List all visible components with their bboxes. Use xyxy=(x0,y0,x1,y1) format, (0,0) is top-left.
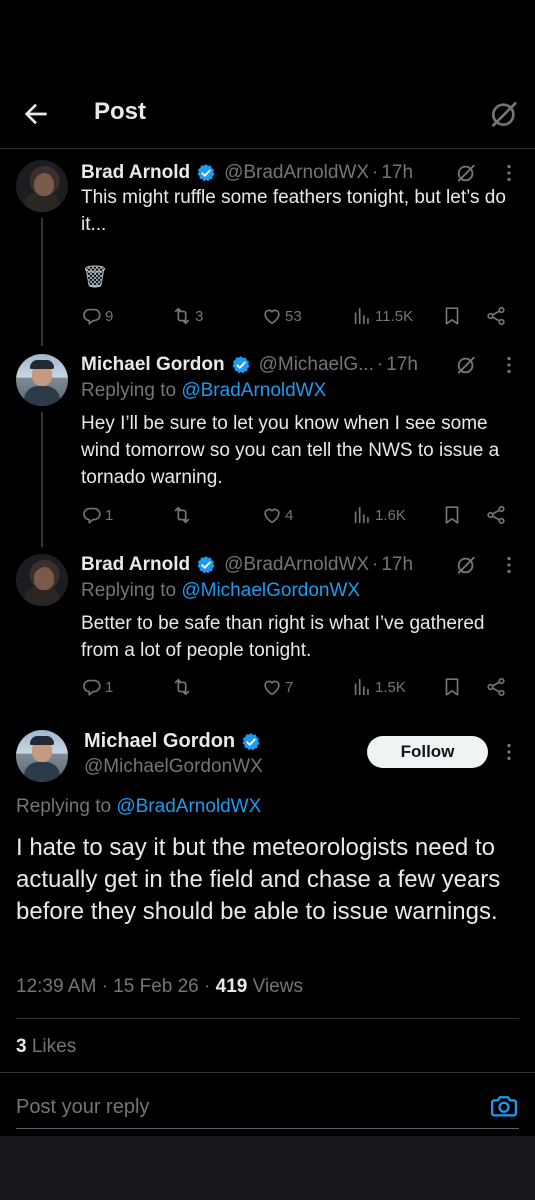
like-count: 4 xyxy=(285,506,294,524)
header-divider xyxy=(0,148,535,149)
replying-to-link[interactable]: @BradArnoldWX xyxy=(116,796,261,817)
page-title: Post xyxy=(94,98,147,125)
thread-tweet[interactable]: Brad Arnold @BradArnoldWX · 17h This mig… xyxy=(0,160,535,340)
reply-count: 1 xyxy=(105,506,114,524)
verified-badge-icon xyxy=(197,556,215,574)
views-button[interactable]: 1.6K xyxy=(351,504,406,526)
replying-to-link[interactable]: @BradArnoldWX xyxy=(181,380,326,401)
tweet-header: Brad Arnold @BradArnoldWX · 17h xyxy=(81,554,414,576)
more-options-icon[interactable] xyxy=(498,741,520,763)
replying-to-link[interactable]: @MichaelGordonWX xyxy=(181,580,360,601)
author-name[interactable]: Brad Arnold xyxy=(81,554,190,576)
divider xyxy=(0,1072,535,1073)
tweet-header: Brad Arnold @BradArnoldWX · 17h xyxy=(81,162,414,184)
avatar[interactable] xyxy=(16,354,68,406)
avatar[interactable] xyxy=(16,160,68,212)
timestamp[interactable]: 17h xyxy=(386,354,418,376)
grok-icon[interactable] xyxy=(455,554,477,576)
more-options-icon[interactable] xyxy=(498,162,520,184)
tweet-text: Hey I’ll be sure to let you know when I … xyxy=(81,413,500,488)
views-count: 11.5K xyxy=(375,307,414,325)
share-icon[interactable] xyxy=(485,676,509,698)
reply-button[interactable]: 1 xyxy=(81,676,113,698)
tweet-actions: 9 3 53 11.5K xyxy=(81,305,521,331)
timestamp[interactable]: 17h xyxy=(381,162,413,184)
grok-icon[interactable] xyxy=(455,162,477,184)
reply-button[interactable]: 9 xyxy=(81,305,113,327)
reply-count: 1 xyxy=(105,678,114,696)
replying-to: Replying to @MichaelGordonWX xyxy=(81,580,361,601)
system-nav-bar xyxy=(0,1136,535,1200)
share-icon[interactable] xyxy=(485,504,509,526)
reply-input[interactable] xyxy=(16,1093,476,1121)
more-options-icon[interactable] xyxy=(498,554,520,576)
reply-button[interactable]: 1 xyxy=(81,504,113,526)
back-arrow-icon[interactable] xyxy=(20,98,52,130)
like-count: 53 xyxy=(285,307,302,325)
repost-button[interactable] xyxy=(171,504,195,526)
main-author-name[interactable]: Michael Gordon xyxy=(84,730,261,753)
verified-badge-icon xyxy=(197,164,215,182)
tweet-text: This might ruffle some feathers tonight,… xyxy=(81,187,506,235)
grok-icon[interactable] xyxy=(455,354,477,376)
avatar[interactable] xyxy=(16,730,68,782)
post-meta: 12:39 AM · 15 Feb 26 · 419 Views xyxy=(16,976,303,997)
thread-tweet[interactable]: Michael Gordon @MichaelG... · 17h Replyi… xyxy=(0,352,535,532)
replying-to: Replying to @BradArnoldWX xyxy=(81,380,327,401)
post-date: 15 Feb 26 xyxy=(113,976,199,997)
grok-icon[interactable] xyxy=(488,98,520,130)
likes-summary[interactable]: 3 Likes xyxy=(16,1036,76,1058)
bookmark-icon[interactable] xyxy=(441,676,465,698)
bookmark-icon[interactable] xyxy=(441,305,465,327)
post-views-label: Views xyxy=(252,976,303,997)
like-button[interactable]: 7 xyxy=(261,676,293,698)
timestamp[interactable]: 17h xyxy=(381,554,413,576)
tweet-actions: 1 4 1.6K xyxy=(81,504,521,530)
like-button[interactable]: 53 xyxy=(261,305,302,327)
views-count: 1.6K xyxy=(375,506,406,524)
more-options-icon[interactable] xyxy=(498,354,520,376)
author-name[interactable]: Brad Arnold xyxy=(81,162,190,184)
input-underline xyxy=(16,1128,519,1129)
repost-button[interactable]: 3 xyxy=(171,305,203,327)
like-count: 7 xyxy=(285,678,294,696)
main-post-text: I hate to say it but the meteorologists … xyxy=(16,834,501,925)
author-handle[interactable]: @MichaelG... xyxy=(259,354,374,376)
author-name[interactable]: Michael Gordon xyxy=(81,354,225,376)
post-time: 12:39 AM xyxy=(16,976,97,997)
tweet-text: Better to be safe than right is what I’v… xyxy=(81,613,485,661)
main-author-handle[interactable]: @MichaelGordonWX xyxy=(84,756,263,778)
camera-icon[interactable] xyxy=(489,1091,519,1121)
top-bar: Post xyxy=(0,88,535,138)
repost-button[interactable] xyxy=(171,676,195,698)
views-button[interactable]: 1.5K xyxy=(351,676,406,698)
thread-tweet[interactable]: Brad Arnold @BradArnoldWX · 17h Replying… xyxy=(0,552,535,712)
like-button[interactable]: 4 xyxy=(261,504,293,526)
follow-button[interactable]: Follow xyxy=(367,736,488,768)
views-count: 1.5K xyxy=(375,678,406,696)
author-handle[interactable]: @BradArnoldWX xyxy=(224,162,369,184)
wastebasket-emoji: 🗑 xyxy=(81,264,109,289)
verified-badge-icon xyxy=(232,356,250,374)
likes-count: 3 xyxy=(16,1036,27,1057)
tweet-header: Michael Gordon @MichaelG... · 17h xyxy=(81,354,418,376)
bookmark-icon[interactable] xyxy=(441,504,465,526)
post-views-count: 419 xyxy=(215,976,248,997)
share-icon[interactable] xyxy=(485,305,509,327)
verified-badge-icon xyxy=(242,732,260,750)
replying-to: Replying to @BradArnoldWX xyxy=(16,796,262,817)
tweet-actions: 1 7 1.5K xyxy=(81,676,521,702)
views-button[interactable]: 11.5K xyxy=(351,305,413,327)
avatar[interactable] xyxy=(16,554,68,606)
author-handle[interactable]: @BradArnoldWX xyxy=(224,554,369,576)
reply-count: 9 xyxy=(105,307,114,325)
divider xyxy=(16,1018,519,1019)
likes-label: Likes xyxy=(31,1036,77,1057)
repost-count: 3 xyxy=(195,307,204,325)
